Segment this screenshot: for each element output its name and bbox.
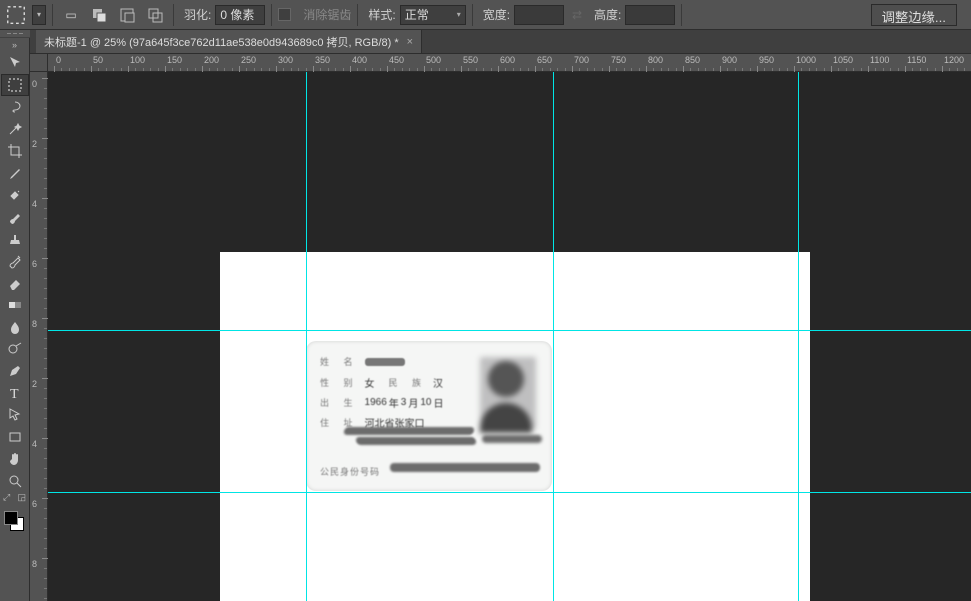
guide-vertical[interactable] bbox=[306, 72, 307, 601]
id-name-redacted bbox=[365, 358, 405, 366]
id-val-ethnic: 汉 bbox=[433, 375, 443, 390]
antialias-label: 消除锯齿 bbox=[303, 6, 351, 23]
marquee-tool-icon[interactable] bbox=[1, 74, 29, 96]
id-photo bbox=[480, 357, 536, 429]
document-tab-title: 未标题-1 @ 25% (97a645f3ce762d11ae538e0d943… bbox=[44, 34, 399, 50]
id-row-idnum: 公民身份号码 bbox=[320, 465, 380, 478]
separator bbox=[173, 4, 174, 26]
separator bbox=[472, 4, 473, 26]
magic-wand-tool-icon[interactable] bbox=[1, 118, 29, 140]
blur-tool-icon[interactable] bbox=[1, 316, 29, 338]
height-label: 高度: bbox=[594, 6, 621, 23]
id-val-sex: 女 bbox=[365, 375, 375, 390]
type-tool-icon[interactable]: T bbox=[1, 382, 29, 404]
vertical-ruler[interactable]: 024682468 bbox=[30, 72, 48, 601]
height-input bbox=[625, 5, 675, 25]
eyedropper-tool-icon[interactable] bbox=[1, 162, 29, 184]
guide-vertical[interactable] bbox=[553, 72, 554, 601]
selection-new-icon[interactable]: ▭ bbox=[59, 4, 83, 26]
crop-tool-icon[interactable] bbox=[1, 140, 29, 162]
redaction bbox=[390, 463, 540, 472]
refine-edge-button[interactable]: 调整边缘... bbox=[871, 4, 957, 26]
swap-dimensions-icon: ⇄ bbox=[568, 8, 586, 22]
redaction bbox=[482, 435, 542, 443]
healing-brush-tool-icon[interactable] bbox=[1, 184, 29, 206]
color-swatches[interactable] bbox=[0, 507, 28, 535]
document-tab-bar: 未标题-1 @ 25% (97a645f3ce762d11ae538e0d943… bbox=[0, 30, 971, 54]
id-card-image: 姓 名 性 别 女 民 族 汉 出 生 1966 年 3 月 10 日 住 址 … bbox=[306, 341, 552, 491]
gradient-tool-icon[interactable] bbox=[1, 294, 29, 316]
id-row-sex: 性 别 女 民 族 汉 bbox=[320, 375, 443, 390]
history-brush-tool-icon[interactable] bbox=[1, 250, 29, 272]
selection-add-icon[interactable] bbox=[87, 4, 111, 26]
id-dob-year: 1966 bbox=[365, 397, 387, 408]
id-label-sex: 性 别 bbox=[320, 376, 359, 389]
id-dob-day: 10 bbox=[420, 397, 431, 408]
rectangle-shape-tool-icon[interactable] bbox=[1, 426, 29, 448]
separator bbox=[681, 4, 682, 26]
redaction bbox=[355, 437, 476, 445]
canvas-area: 0501001502002503003504004505005506006507… bbox=[30, 54, 971, 601]
toolbox-collapse-icon[interactable]: » bbox=[0, 38, 29, 52]
hand-tool-icon[interactable] bbox=[1, 448, 29, 470]
options-bar: ▾ ▭ 羽化: 消除锯齿 样式: 正常 ▾ 宽度: ⇄ 高度: 调整边缘... bbox=[0, 0, 971, 30]
move-tool-icon[interactable] bbox=[1, 52, 29, 74]
toolbox: » T ⤢◲ bbox=[0, 30, 30, 601]
tool-preset-dropdown[interactable]: ▾ bbox=[32, 5, 46, 25]
separator bbox=[357, 4, 358, 26]
pen-tool-icon[interactable] bbox=[1, 360, 29, 382]
dodge-tool-icon[interactable] bbox=[1, 338, 29, 360]
id-row-name: 姓 名 bbox=[320, 355, 405, 368]
document-tab[interactable]: 未标题-1 @ 25% (97a645f3ce762d11ae538e0d943… bbox=[36, 30, 422, 53]
selection-subtract-icon[interactable] bbox=[115, 4, 139, 26]
width-input bbox=[514, 5, 564, 25]
redaction bbox=[343, 427, 475, 435]
id-label-name: 姓 名 bbox=[320, 355, 359, 368]
guide-vertical[interactable] bbox=[798, 72, 799, 601]
id-label-dob: 出 生 bbox=[320, 396, 359, 409]
id-label-ethnic: 民 族 bbox=[389, 376, 428, 389]
feather-input[interactable] bbox=[215, 5, 265, 25]
marquee-tool-indicator-icon[interactable] bbox=[4, 4, 28, 26]
chevron-down-icon: ▾ bbox=[457, 10, 461, 19]
guide-horizontal[interactable] bbox=[48, 330, 971, 331]
style-select[interactable]: 正常 ▾ bbox=[400, 5, 466, 25]
horizontal-ruler[interactable]: 0501001502002503003504004505005506006507… bbox=[48, 54, 971, 72]
separator bbox=[271, 4, 272, 26]
id-dob-month: 3 bbox=[401, 397, 407, 408]
path-selection-tool-icon[interactable] bbox=[1, 404, 29, 426]
separator bbox=[52, 4, 53, 26]
clone-stamp-tool-icon[interactable] bbox=[1, 228, 29, 250]
style-label: 样式: bbox=[368, 6, 395, 23]
width-label: 宽度: bbox=[483, 6, 510, 23]
zoom-tool-icon[interactable] bbox=[1, 470, 29, 492]
swatch-mini-controls[interactable]: ⤢◲ bbox=[0, 492, 29, 503]
style-select-value: 正常 bbox=[405, 6, 429, 23]
toolbox-grip[interactable] bbox=[0, 30, 30, 38]
guide-horizontal[interactable] bbox=[48, 492, 971, 493]
brush-tool-icon[interactable] bbox=[1, 206, 29, 228]
svg-text:T: T bbox=[10, 387, 19, 401]
selection-intersect-icon[interactable] bbox=[143, 4, 167, 26]
id-row-dob: 出 生 1966 年 3 月 10 日 bbox=[320, 395, 445, 410]
lasso-tool-icon[interactable] bbox=[1, 96, 29, 118]
id-label-idnum: 公民身份号码 bbox=[320, 465, 380, 478]
foreground-color-swatch[interactable] bbox=[4, 511, 18, 525]
document-viewport[interactable]: 姓 名 性 别 女 民 族 汉 出 生 1966 年 3 月 10 日 住 址 … bbox=[48, 72, 971, 601]
eraser-tool-icon[interactable] bbox=[1, 272, 29, 294]
antialias-checkbox bbox=[278, 8, 291, 21]
ruler-origin[interactable] bbox=[30, 54, 48, 72]
close-icon[interactable]: × bbox=[407, 36, 413, 48]
feather-label: 羽化: bbox=[184, 6, 211, 23]
